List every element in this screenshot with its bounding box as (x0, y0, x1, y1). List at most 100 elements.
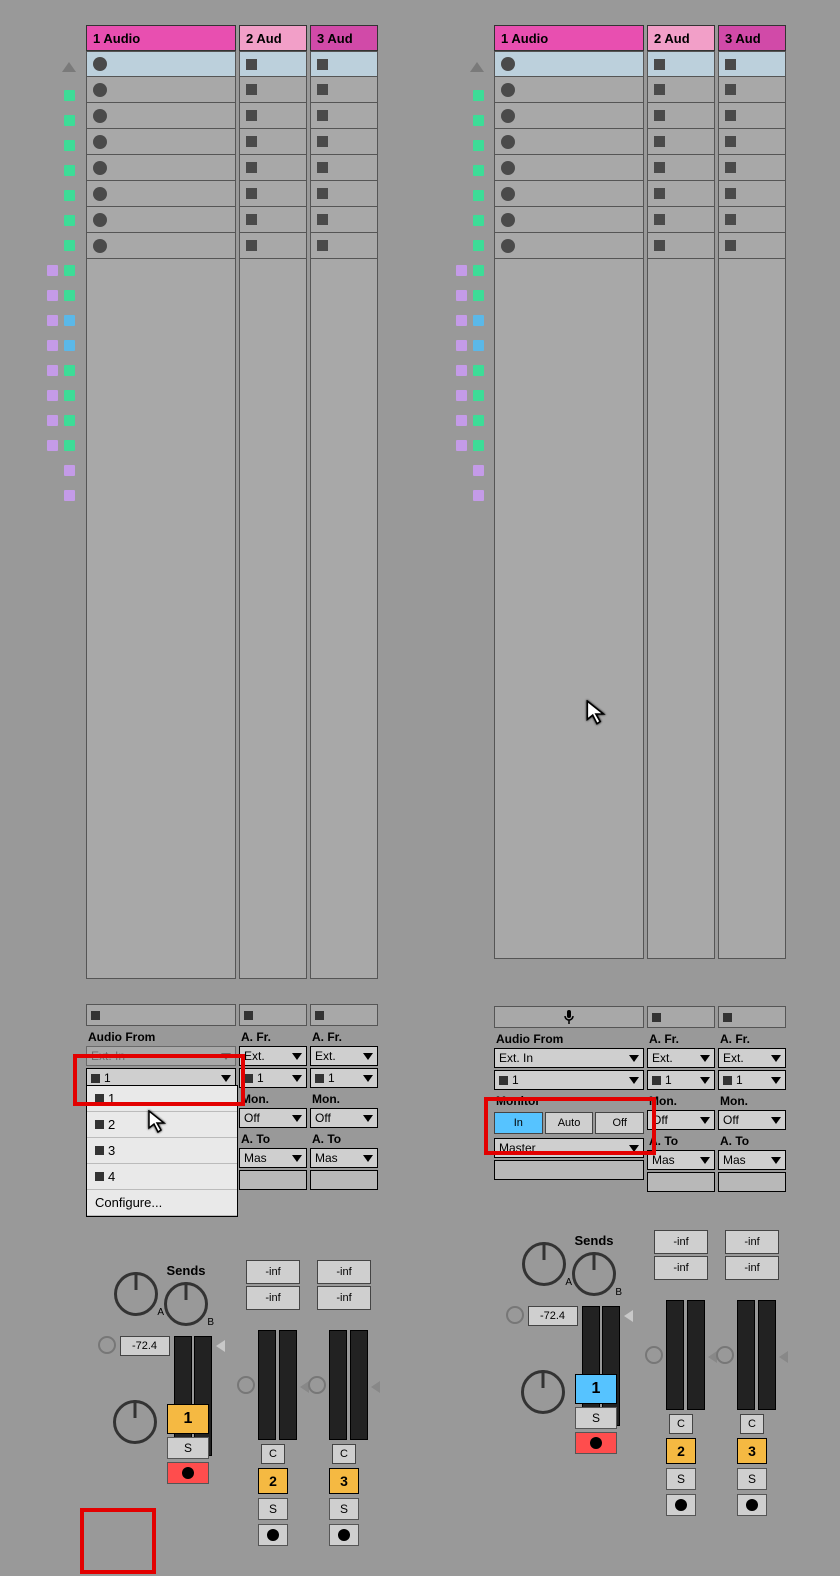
clip-slot[interactable] (239, 77, 307, 103)
channel-option[interactable]: 4 (87, 1164, 237, 1190)
clip-slot[interactable] (310, 233, 378, 259)
input-channel-dropdown[interactable]: 1 (494, 1070, 644, 1090)
clip-slot[interactable] (310, 207, 378, 233)
arm-record-button[interactable] (666, 1494, 696, 1516)
clip-slot[interactable] (86, 103, 236, 129)
clip-slot[interactable] (310, 129, 378, 155)
clip-slot[interactable] (494, 155, 644, 181)
volume-value[interactable]: -72.4 (120, 1336, 170, 1356)
clip-slot[interactable] (310, 51, 378, 77)
clip-slot[interactable] (86, 233, 236, 259)
solo-button[interactable]: S (258, 1498, 288, 1520)
clip-slot[interactable] (718, 155, 786, 181)
clip-slot[interactable] (647, 51, 715, 77)
clip-slot[interactable] (718, 181, 786, 207)
audio-to-dropdown[interactable]: Master (494, 1138, 644, 1158)
track-activator-button[interactable]: 2 (258, 1468, 288, 1494)
clip-slot[interactable] (494, 129, 644, 155)
clip-slot[interactable] (718, 207, 786, 233)
track-header-3[interactable]: 3 Aud (718, 25, 786, 51)
clip-slot[interactable] (647, 129, 715, 155)
scroll-up-icon[interactable] (62, 62, 76, 72)
solo-button[interactable]: S (666, 1468, 696, 1490)
input-channel-dropdown[interactable]: 1 (239, 1068, 307, 1088)
monitor-in-button[interactable]: In (494, 1112, 543, 1134)
audio-from-dropdown[interactable]: Ext. In (86, 1046, 236, 1066)
channel-option[interactable]: 1 (87, 1086, 237, 1112)
clip-slot[interactable] (86, 77, 236, 103)
solo-button[interactable]: S (575, 1407, 617, 1429)
track-header-1[interactable]: 1 Audio (86, 25, 236, 51)
clip-slot[interactable] (239, 129, 307, 155)
clip-slot[interactable] (86, 181, 236, 207)
clip-slot[interactable] (239, 155, 307, 181)
monitor-dropdown[interactable]: Off (310, 1108, 378, 1128)
clip-slot[interactable] (239, 233, 307, 259)
configure-option[interactable]: Configure... (87, 1190, 237, 1216)
send-value[interactable]: -inf (317, 1286, 371, 1310)
audio-to-dropdown[interactable]: Mas (310, 1148, 378, 1168)
clip-slot[interactable] (494, 181, 644, 207)
solo-button[interactable]: S (167, 1437, 209, 1459)
channel-option[interactable]: 3 (87, 1138, 237, 1164)
clip-slot[interactable] (718, 233, 786, 259)
solo-button[interactable]: S (737, 1468, 767, 1490)
clip-slot[interactable] (647, 233, 715, 259)
clip-slot[interactable] (86, 129, 236, 155)
clip-slot[interactable] (239, 207, 307, 233)
track-activator-button[interactable]: 2 (666, 1438, 696, 1464)
pan-value[interactable]: C (261, 1444, 285, 1464)
track-header-1[interactable]: 1 Audio (494, 25, 644, 51)
clip-slot[interactable] (310, 181, 378, 207)
audio-to-dropdown[interactable]: Mas (239, 1148, 307, 1168)
clip-slot[interactable] (718, 51, 786, 77)
clip-slot[interactable] (239, 103, 307, 129)
clip-slot[interactable] (718, 103, 786, 129)
clip-slot[interactable] (310, 77, 378, 103)
clip-slot[interactable] (310, 155, 378, 181)
track-activator-button[interactable]: 1 (167, 1404, 209, 1434)
clip-slot[interactable] (494, 207, 644, 233)
clip-slot[interactable] (647, 181, 715, 207)
scroll-up-icon[interactable] (470, 62, 484, 72)
track-header-2[interactable]: 2 Aud (239, 25, 307, 51)
arm-record-button[interactable] (737, 1494, 767, 1516)
arm-record-button[interactable] (575, 1432, 617, 1454)
clip-slot[interactable] (86, 155, 236, 181)
monitor-off-button[interactable]: Off (595, 1112, 644, 1134)
track-header-3[interactable]: 3 Aud (310, 25, 378, 51)
monitor-dropdown[interactable]: Off (239, 1108, 307, 1128)
clip-slot[interactable] (718, 77, 786, 103)
clip-slot[interactable] (86, 207, 236, 233)
clip-slot[interactable] (494, 103, 644, 129)
clip-slot[interactable] (718, 129, 786, 155)
clip-slot[interactable] (494, 77, 644, 103)
arm-record-button[interactable] (258, 1524, 288, 1546)
input-channel-popup[interactable]: 1 2 3 4 Configure... (86, 1085, 238, 1217)
clip-slot[interactable] (310, 103, 378, 129)
clip-slot[interactable] (647, 207, 715, 233)
clip-slot[interactable] (494, 233, 644, 259)
audio-from-dropdown[interactable]: Ext. In (494, 1048, 644, 1068)
audio-from-dropdown[interactable]: Ext. (239, 1046, 307, 1066)
clip-slot[interactable] (647, 155, 715, 181)
solo-button[interactable]: S (329, 1498, 359, 1520)
monitor-auto-button[interactable]: Auto (545, 1112, 594, 1134)
input-channel-dropdown[interactable]: 1 (310, 1068, 378, 1088)
track-activator-button[interactable]: 1 (575, 1374, 617, 1404)
track-activator-button[interactable]: 3 (329, 1468, 359, 1494)
clip-slot[interactable] (239, 51, 307, 77)
volume-value[interactable]: -72.4 (528, 1306, 578, 1326)
clip-slot[interactable] (86, 51, 236, 77)
arm-record-button[interactable] (329, 1524, 359, 1546)
track-header-2[interactable]: 2 Aud (647, 25, 715, 51)
audio-from-dropdown[interactable]: Ext. (310, 1046, 378, 1066)
arm-record-button[interactable] (167, 1462, 209, 1484)
clip-slot[interactable] (239, 181, 307, 207)
clip-slot[interactable] (647, 77, 715, 103)
clip-slot[interactable] (494, 51, 644, 77)
send-value[interactable]: -inf (246, 1286, 300, 1310)
send-value[interactable]: -inf (246, 1260, 300, 1284)
track-activator-button[interactable]: 3 (737, 1438, 767, 1464)
clip-slot[interactable] (647, 103, 715, 129)
